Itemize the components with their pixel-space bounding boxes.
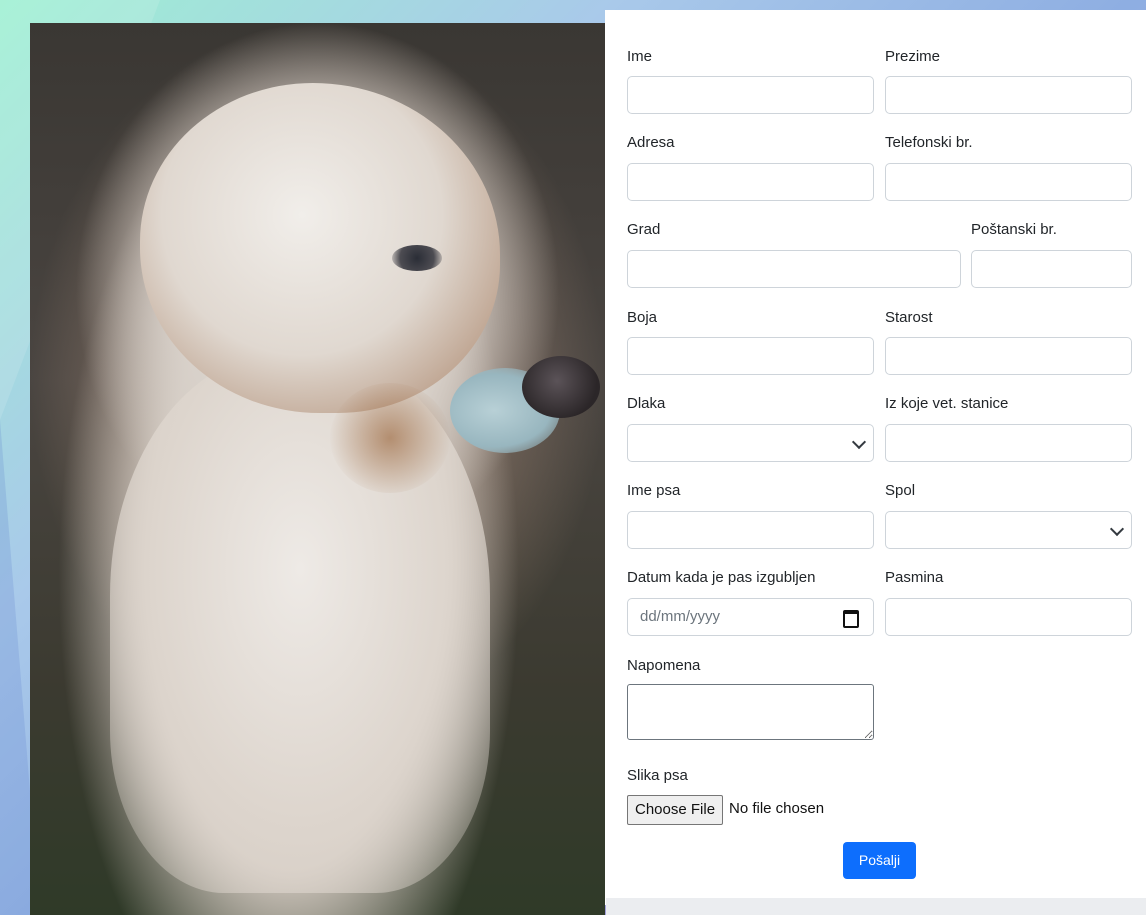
date-placeholder: dd/mm/yyyy [640, 608, 721, 625]
vet-stanica-input[interactable] [885, 424, 1132, 462]
pasmina-input[interactable] [885, 598, 1132, 636]
label-dlaka: Dlaka [627, 395, 666, 412]
spol-select[interactable] [885, 511, 1132, 549]
label-grad: Grad [627, 221, 661, 238]
grad-input[interactable] [627, 250, 961, 288]
label-ime-psa: Ime psa [627, 482, 681, 499]
label-slika: Slika psa [627, 767, 688, 784]
label-prezime: Prezime [885, 48, 941, 65]
label-telefon: Telefonski br. [885, 134, 973, 151]
telefon-input[interactable] [885, 163, 1132, 201]
starost-input[interactable] [885, 337, 1132, 375]
ime-input[interactable] [627, 76, 874, 114]
dog-eye [392, 245, 442, 271]
prezime-input[interactable] [885, 76, 1132, 114]
label-adresa: Adresa [627, 134, 675, 151]
datum-input[interactable]: dd/mm/yyyy [627, 598, 874, 636]
label-ime: Ime [627, 48, 653, 65]
label-pasmina: Pasmina [885, 569, 944, 586]
label-boja: Boja [627, 309, 658, 326]
calendar-icon[interactable] [843, 610, 859, 628]
dog-photo [30, 23, 605, 915]
dog-nose [522, 356, 600, 418]
ime-psa-input[interactable] [627, 511, 874, 549]
dlaka-select[interactable] [627, 424, 874, 462]
label-starost: Starost [885, 309, 933, 326]
chevron-down-icon [1109, 521, 1125, 537]
label-vet-stanica: Iz koje vet. stanice [885, 395, 1009, 412]
dog-head [140, 83, 500, 413]
adresa-input[interactable] [627, 163, 874, 201]
postanski-input[interactable] [971, 250, 1132, 288]
choose-file-button[interactable]: Choose File [627, 795, 724, 825]
chevron-down-icon [851, 434, 867, 450]
label-spol: Spol [885, 482, 916, 499]
boja-input[interactable] [627, 337, 874, 375]
napomena-textarea[interactable] [627, 684, 874, 740]
submit-button[interactable]: Pošalji [843, 842, 916, 879]
file-status: No file chosen [729, 800, 825, 817]
dog-fur-patch [330, 383, 450, 493]
label-postanski: Poštanski br. [971, 221, 1057, 238]
label-datum: Datum kada je pas izgubljen [627, 569, 816, 586]
footer-bar [606, 898, 1146, 915]
label-napomena: Napomena [627, 657, 701, 674]
